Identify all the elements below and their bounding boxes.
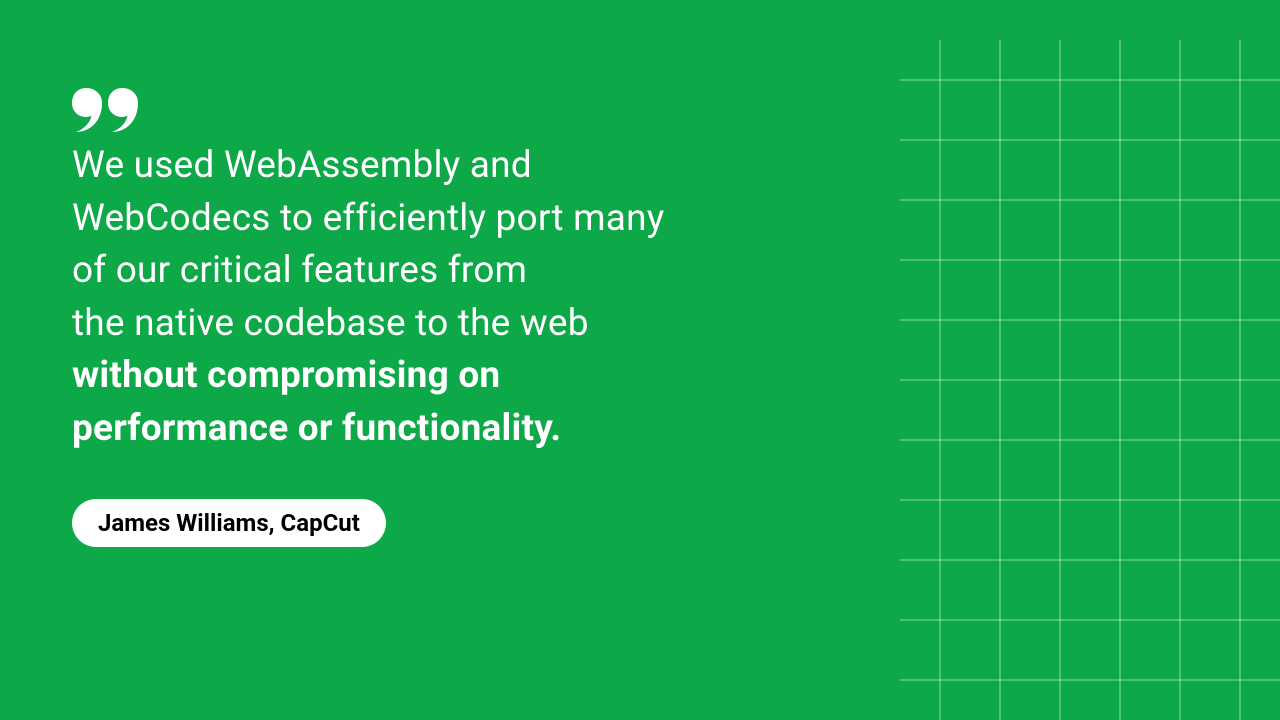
quote-line: of our critical features from [72,249,527,292]
quote-line: WebCodecs to efficiently port many [72,197,664,240]
quote-line: the native codebase to the web [72,302,589,345]
quote-bold-line: without compromising on [72,354,500,397]
attribution-pill: James Williams, CapCut [72,499,386,547]
grid-decoration [900,40,1280,720]
quote-card: We used WebAssembly and WebCodecs to eff… [0,0,780,635]
quote-bold-line: performance or functionality. [72,407,561,450]
quote-text: We used WebAssembly and WebCodecs to eff… [72,140,708,455]
quote-line: We used WebAssembly and [72,144,532,187]
quote-mark-icon [72,88,708,132]
